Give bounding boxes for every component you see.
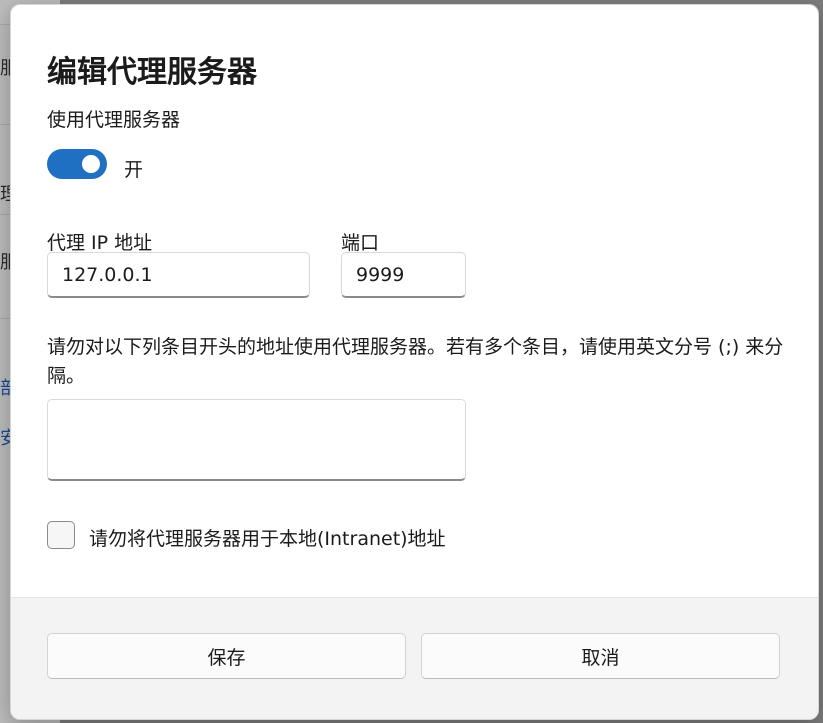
cancel-button[interactable]: 取消 (421, 633, 780, 679)
edit-proxy-dialog: 编辑代理服务器 使用代理服务器 开 代理 IP 地址 127.0.0.1 端口 … (10, 4, 819, 720)
exceptions-textarea[interactable] (47, 399, 466, 481)
use-proxy-label: 使用代理服务器 (47, 109, 181, 131)
toggle-knob (82, 155, 100, 173)
exceptions-note: 请勿对以下列条目开头的地址使用代理服务器。若有多个条目，请使用英文分号 (;) … (47, 336, 784, 387)
use-proxy-toggle[interactable] (47, 149, 107, 179)
proxy-ip-label: 代理 IP 地址 (47, 232, 153, 254)
dialog-title: 编辑代理服务器 (47, 55, 257, 90)
port-input[interactable]: 9999 (341, 252, 466, 298)
bypass-local-checkbox[interactable] (47, 521, 75, 549)
port-label: 端口 (341, 232, 380, 254)
toggle-state-label: 开 (124, 159, 144, 181)
proxy-ip-input[interactable]: 127.0.0.1 (47, 252, 310, 298)
bypass-local-label: 请勿将代理服务器用于本地(Intranet)地址 (89, 528, 446, 550)
save-button[interactable]: 保存 (47, 633, 406, 679)
